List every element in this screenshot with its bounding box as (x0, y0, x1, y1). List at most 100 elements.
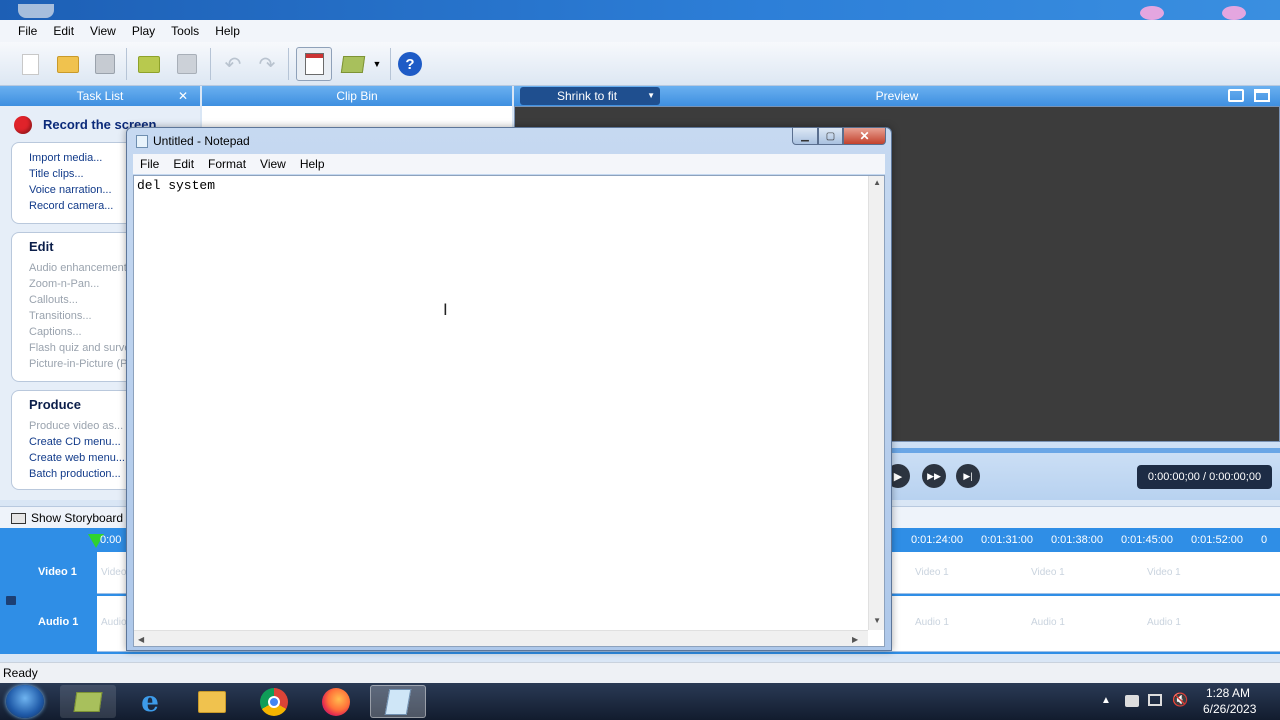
action-center-icon[interactable] (1125, 695, 1139, 707)
title-clips-link[interactable]: Title clips... (29, 168, 84, 180)
notepad-menu-edit[interactable]: Edit (173, 157, 194, 171)
folder-icon (57, 55, 79, 73)
maximize-button[interactable]: ▢ (818, 127, 843, 145)
create-cd-menu-link[interactable]: Create CD menu... (29, 436, 121, 448)
export-button[interactable] (174, 51, 200, 77)
show-storyboard-button[interactable]: Show Storyboard (31, 511, 123, 525)
desktop-decoration-icon (1140, 6, 1164, 20)
taskbar-notepad[interactable] (370, 685, 426, 718)
status-bar: Ready (0, 662, 1280, 683)
clip-icon (340, 55, 366, 73)
clip-bin-button[interactable] (340, 51, 366, 77)
track-header-audio-1[interactable]: Audio 1 (38, 616, 78, 628)
menu-edit[interactable]: Edit (53, 24, 74, 38)
menu-tools[interactable]: Tools (171, 24, 199, 38)
toolbar-separator (126, 48, 127, 80)
scroll-up-icon[interactable]: ▲ (873, 178, 881, 187)
close-icon[interactable]: ✕ (178, 86, 188, 106)
minimize-button[interactable]: ▁ (792, 127, 818, 145)
track-ghost-label: Audio 1 (1031, 617, 1065, 628)
preview-title: Preview (875, 89, 919, 103)
desktop-decoration-icon (1222, 6, 1246, 20)
toolbar-separator (288, 48, 289, 80)
save-project-button[interactable] (92, 51, 118, 77)
notepad-window: Untitled - Notepad ▁ ▢ ✕ File Edit Forma… (126, 127, 892, 651)
help-button[interactable]: ? (397, 51, 423, 77)
show-hidden-icons-button[interactable]: ▲ (1101, 695, 1111, 706)
volume-muted-icon[interactable]: 🔇 (1172, 692, 1188, 708)
menu-file[interactable]: File (18, 24, 37, 38)
recycle-bin-icon[interactable] (18, 4, 54, 18)
notepad-menu-format[interactable]: Format (208, 157, 246, 171)
import-media-button[interactable] (136, 51, 162, 77)
zoom-select[interactable]: Shrink to fit ▼ (520, 87, 660, 105)
close-button[interactable]: ✕ (843, 127, 886, 145)
undo-button[interactable]: ↶ (220, 51, 246, 77)
open-project-button[interactable] (55, 51, 81, 77)
scroll-right-icon[interactable]: ▶ (852, 635, 858, 644)
notepad-titlebar[interactable]: Untitled - Notepad (133, 131, 733, 151)
detach-preview-icon[interactable] (1254, 89, 1270, 102)
snapshot-icon[interactable] (1228, 89, 1244, 102)
clip-bin-dropdown[interactable]: ▼ (370, 51, 384, 77)
taskbar-camtasia[interactable] (60, 685, 116, 718)
import-folder-icon (138, 55, 160, 73)
camtasia-icon (73, 691, 103, 712)
new-file-icon (21, 53, 39, 75)
taskbar-internet-explorer[interactable]: e (122, 685, 178, 718)
create-web-menu-link[interactable]: Create web menu... (29, 452, 125, 464)
batch-production-link[interactable]: Batch production... (29, 468, 121, 480)
horizontal-scrollbar[interactable] (134, 630, 868, 646)
produce-video-link[interactable]: Produce video as... (29, 420, 123, 432)
zoom-n-pan-link[interactable]: Zoom-n-Pan... (29, 278, 99, 290)
notepad-menu-file[interactable]: File (140, 157, 159, 171)
redo-icon: ↷ (258, 53, 276, 76)
voice-narration-link[interactable]: Voice narration... (29, 184, 112, 196)
clock-date[interactable]: 6/26/2023 (1203, 702, 1256, 716)
track-header-video-1[interactable]: Video 1 (38, 566, 77, 578)
taskbar-chrome[interactable] (246, 685, 302, 718)
internet-explorer-icon: e (141, 685, 159, 718)
folder-icon (198, 690, 226, 713)
import-media-link[interactable]: Import media... (29, 152, 102, 164)
text-cursor-icon: I (443, 300, 448, 319)
callouts-link[interactable]: Callouts... (29, 294, 78, 306)
redo-button[interactable]: ↷ (254, 51, 280, 77)
preview-header: Preview Shrink to fit ▼ (514, 86, 1280, 106)
scroll-left-icon[interactable]: ◀ (138, 635, 144, 644)
windows-taskbar: e ▲ 🔇 1:28 AM 6/26/2023 (0, 683, 1280, 720)
skip-end-button[interactable]: ▶| (956, 464, 980, 488)
new-project-button[interactable] (17, 51, 43, 77)
fast-forward-button[interactable]: ▶▶ (922, 464, 946, 488)
taskbar-firefox[interactable] (308, 685, 364, 718)
ruler-tick: 0 (1261, 534, 1268, 546)
notepad-text-area[interactable]: del system ▲ ▼ ◀ ▶ I (133, 175, 885, 647)
task-list-icon (304, 53, 324, 75)
track-ghost-label: Audio 1 (915, 617, 949, 628)
menu-play[interactable]: Play (132, 24, 155, 38)
record-icon (14, 116, 32, 134)
chrome-icon (260, 687, 288, 716)
lock-icon[interactable] (6, 596, 16, 605)
taskbar-file-explorer[interactable] (184, 685, 240, 718)
captions-link[interactable]: Captions... (29, 326, 82, 338)
clip-bin-title: Clip Bin (336, 89, 378, 103)
ruler-tick: 0:01:52:00 (1191, 534, 1243, 546)
clock-time[interactable]: 1:28 AM (1206, 686, 1250, 700)
task-list-toggle-button[interactable] (296, 47, 332, 81)
menu-help[interactable]: Help (215, 24, 240, 38)
firefox-icon (322, 687, 350, 716)
audio-enhancements-link[interactable]: Audio enhancements... (29, 262, 142, 274)
scroll-down-icon[interactable]: ▼ (873, 616, 881, 625)
record-camera-link[interactable]: Record camera... (29, 200, 113, 212)
menu-view[interactable]: View (90, 24, 116, 38)
vertical-scrollbar[interactable] (868, 176, 884, 630)
network-icon[interactable] (1148, 694, 1162, 706)
save-icon (95, 54, 115, 74)
notepad-icon (136, 135, 148, 148)
notepad-menu-help[interactable]: Help (300, 157, 325, 171)
transitions-link[interactable]: Transitions... (29, 310, 92, 322)
notepad-menu-view[interactable]: View (260, 157, 286, 171)
app-menubar: File Edit View Play Tools Help (0, 20, 1280, 42)
start-button[interactable] (6, 685, 44, 718)
